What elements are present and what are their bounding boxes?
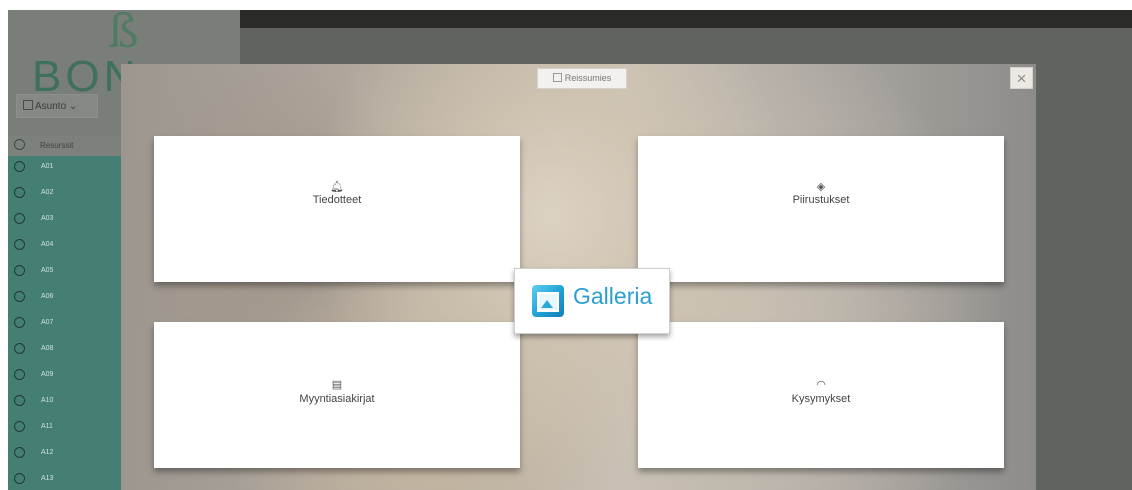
minus-circle-icon [14, 291, 25, 302]
tile-label: Tiedotteet [312, 194, 362, 206]
minus-circle-icon [14, 421, 25, 432]
tile-label: Kysymykset [791, 393, 851, 405]
unit-label: A01 [41, 163, 54, 170]
chevron-down-icon: ⌄ [68, 101, 78, 112]
tile-myyntiasiakirjat[interactable]: ▤ Myyntiasiakirjat [154, 322, 520, 468]
tile-label: Piirustukset [792, 194, 850, 206]
tile-tiedotteet[interactable]: 🔔︎ Tiedotteet [154, 136, 520, 282]
minus-circle-icon [14, 395, 25, 406]
minus-circle-icon [14, 161, 25, 172]
minus-circle-icon [14, 369, 25, 380]
galleria-button[interactable]: Galleria [514, 268, 670, 334]
unit-label: A03 [41, 215, 54, 222]
minus-circle-icon [14, 317, 25, 328]
unit-label: A11 [41, 423, 53, 430]
tile-kysymykset[interactable]: ◠ Kysymykset [638, 322, 1004, 468]
gallery-icon [532, 285, 564, 317]
unit-label: A09 [41, 371, 54, 378]
minus-circle-icon [14, 187, 25, 198]
minus-circle-icon [14, 447, 25, 458]
close-button[interactable]: × [1010, 67, 1033, 89]
app-window: ß BON Asunto ⌄ Resurssit A01 A02 A03 A04… [8, 10, 1132, 490]
minus-circle-icon [14, 213, 25, 224]
minus-circle-icon [14, 265, 25, 276]
minus-circle-icon [14, 473, 25, 484]
tile-label: Myyntiasiakirjat [299, 393, 375, 405]
building-icon [23, 100, 33, 110]
unit-label: A13 [41, 475, 54, 482]
document-icon: ▤ [331, 379, 343, 391]
galleria-label: Galleria [573, 283, 653, 309]
unit-label: A02 [41, 189, 54, 196]
unit-label: A06 [41, 293, 54, 300]
minus-circle-icon [14, 139, 25, 150]
modal-tab-reissumies[interactable]: Reissumies [537, 68, 627, 89]
unit-label: A10 [41, 397, 54, 404]
galleria-modal: Reissumies × 🔔︎ Tiedotteet ◈ Piirustukse… [121, 64, 1036, 490]
question-icon: ◠ [816, 379, 826, 391]
unit-label: A07 [41, 319, 54, 326]
minus-circle-icon [14, 343, 25, 354]
minus-circle-icon [14, 239, 25, 250]
property-select[interactable]: Asunto ⌄ [16, 94, 98, 118]
unit-label: A12 [41, 449, 54, 456]
bell-icon: 🔔︎ [330, 181, 344, 193]
unit-label: A05 [41, 267, 54, 274]
top-bar [240, 10, 1132, 28]
property-select-label: Asunto [35, 101, 67, 112]
resources-header-label: Resurssit [40, 141, 74, 150]
layers-icon: ◈ [816, 181, 826, 193]
grid-icon [552, 73, 562, 82]
unit-label: A08 [41, 345, 54, 352]
unit-label: A04 [41, 241, 54, 248]
logo-mark-icon: ß [108, 10, 139, 58]
tile-piirustukset[interactable]: ◈ Piirustukset [638, 136, 1004, 282]
modal-tab-label: Reissumies [564, 73, 612, 83]
